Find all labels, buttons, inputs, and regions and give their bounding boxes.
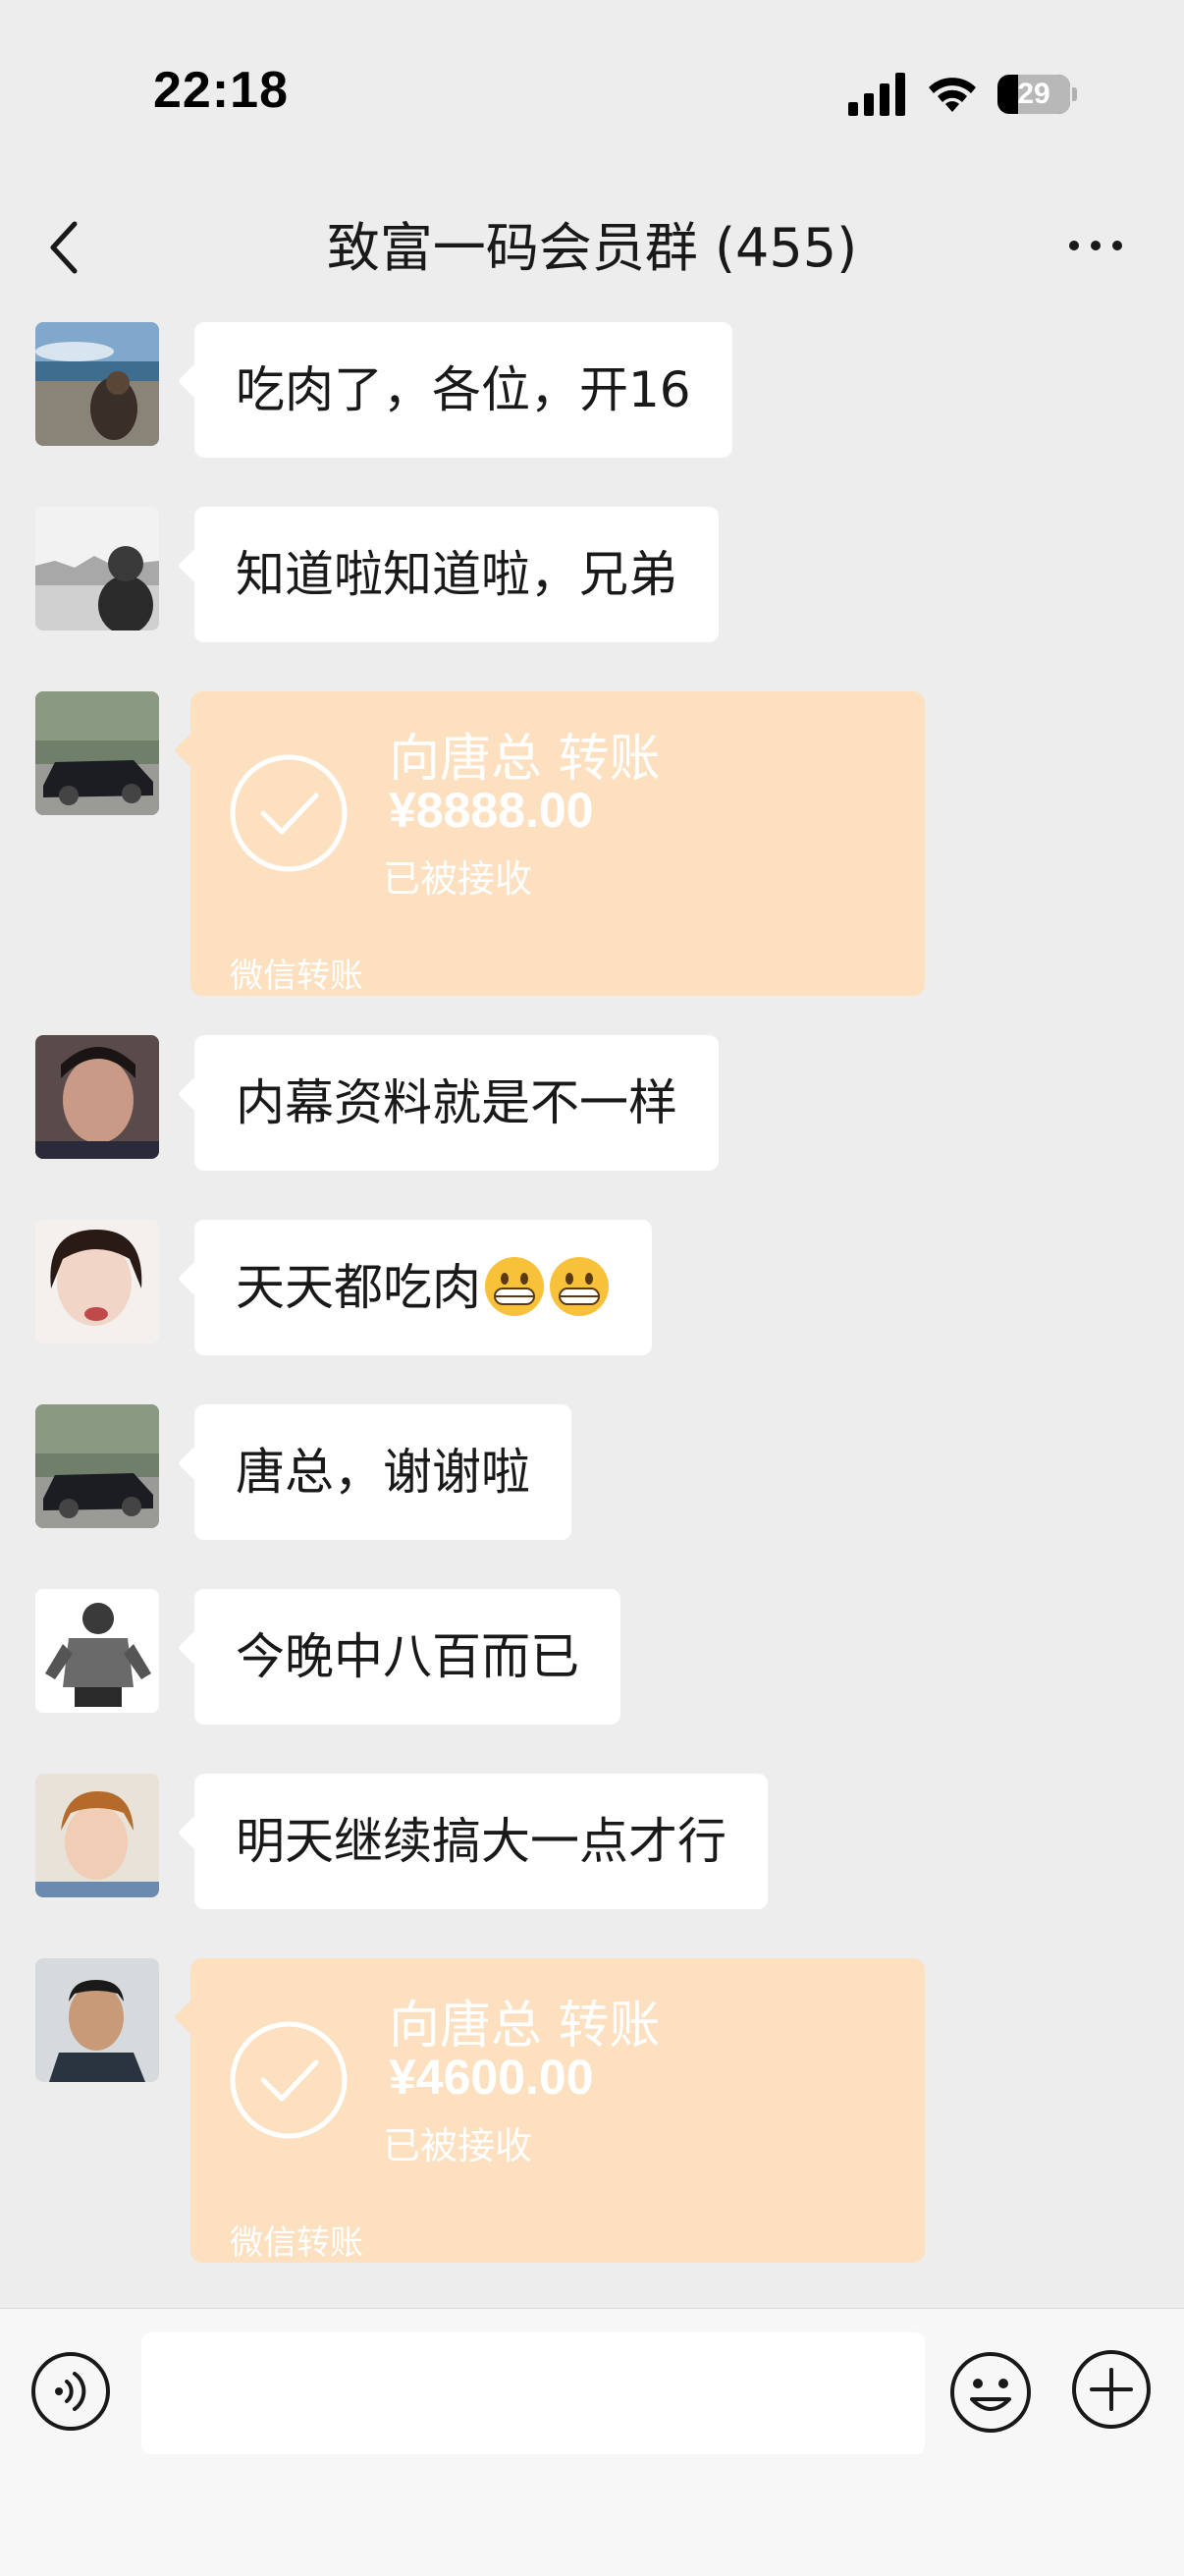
message-list[interactable]: 吃肉了，各位，开16 知道啦知道啦，兄弟 向唐总 转账 ¥8888.00 已被接… xyxy=(0,310,1184,2308)
chat-title: 致富一码会员群 (455) xyxy=(326,217,858,279)
battery-icon: 29 xyxy=(997,75,1078,116)
cellular-signal-icon xyxy=(848,73,905,116)
status-time: 22:18 xyxy=(153,62,289,119)
message-row: 内幕资料就是不一样 xyxy=(0,1023,1184,1196)
message-row: 今晚中八百而已 xyxy=(0,1577,1184,1750)
voice-icon[interactable] xyxy=(29,2350,112,2433)
transfer-amount: ¥8888.00 xyxy=(389,783,594,838)
plus-icon[interactable] xyxy=(1070,2348,1153,2431)
input-bar xyxy=(0,2308,1184,2576)
grinning-face-emoji xyxy=(550,1256,609,1316)
message-row: 向唐总 转账 ¥4600.00 已被接收 微信转账 xyxy=(0,1946,1184,2278)
message-bubble[interactable]: 吃肉了，各位，开16 xyxy=(194,322,732,458)
message-text: 天天都吃肉 xyxy=(236,1259,481,1316)
message-row: 知道啦知道啦，兄弟 xyxy=(0,495,1184,668)
transfer-footer: 微信转账 xyxy=(230,2223,363,2263)
transfer-status: 已被接收 xyxy=(383,2124,533,2167)
transfer-card[interactable]: 向唐总 转账 ¥8888.00 已被接收 微信转账 xyxy=(190,691,925,996)
status-bar: 22:18 29 xyxy=(0,0,1184,187)
message-bubble[interactable]: 今晚中八百而已 xyxy=(194,1589,620,1725)
check-circle-icon xyxy=(230,754,348,872)
avatar[interactable] xyxy=(35,1404,159,1528)
message-row: 向唐总 转账 ¥8888.00 已被接收 微信转账 xyxy=(0,680,1184,1012)
transfer-amount: ¥4600.00 xyxy=(389,2050,594,2105)
transfer-status: 已被接收 xyxy=(383,857,533,901)
message-row: 吃肉了，各位，开16 xyxy=(0,310,1184,483)
message-row: 唐总，谢谢啦 xyxy=(0,1393,1184,1565)
avatar[interactable] xyxy=(35,507,159,630)
message-row: 天天都吃肉 xyxy=(0,1208,1184,1381)
message-bubble[interactable]: 明天继续搞大一点才行 xyxy=(194,1774,768,1909)
back-icon[interactable] xyxy=(45,218,84,277)
battery-level: 29 xyxy=(1017,78,1050,110)
wifi-icon xyxy=(929,78,976,112)
avatar[interactable] xyxy=(35,1958,159,2082)
more-options-icon[interactable] xyxy=(1066,238,1125,253)
avatar[interactable] xyxy=(35,1035,159,1159)
grinning-face-emoji xyxy=(485,1256,544,1316)
message-bubble[interactable]: 知道啦知道啦，兄弟 xyxy=(194,507,719,642)
message-input[interactable] xyxy=(141,2332,925,2454)
transfer-recipient: 向唐总 转账 xyxy=(389,730,661,789)
avatar[interactable] xyxy=(35,691,159,815)
transfer-footer: 微信转账 xyxy=(230,957,363,996)
transfer-recipient: 向唐总 转账 xyxy=(389,1997,661,2055)
message-bubble[interactable]: 唐总，谢谢啦 xyxy=(194,1404,571,1540)
emoji-icon[interactable] xyxy=(948,2350,1033,2435)
message-bubble[interactable]: 内幕资料就是不一样 xyxy=(194,1035,719,1171)
message-bubble[interactable]: 天天都吃肉 xyxy=(194,1220,652,1355)
avatar[interactable] xyxy=(35,322,159,446)
transfer-card[interactable]: 向唐总 转账 ¥4600.00 已被接收 微信转账 xyxy=(190,1958,925,2263)
avatar[interactable] xyxy=(35,1589,159,1713)
avatar[interactable] xyxy=(35,1774,159,1897)
check-circle-icon xyxy=(230,2021,348,2139)
chat-header: 致富一码会员群 (455) xyxy=(0,187,1184,310)
avatar[interactable] xyxy=(35,1220,159,1343)
message-row: 明天继续搞大一点才行 xyxy=(0,1762,1184,1935)
